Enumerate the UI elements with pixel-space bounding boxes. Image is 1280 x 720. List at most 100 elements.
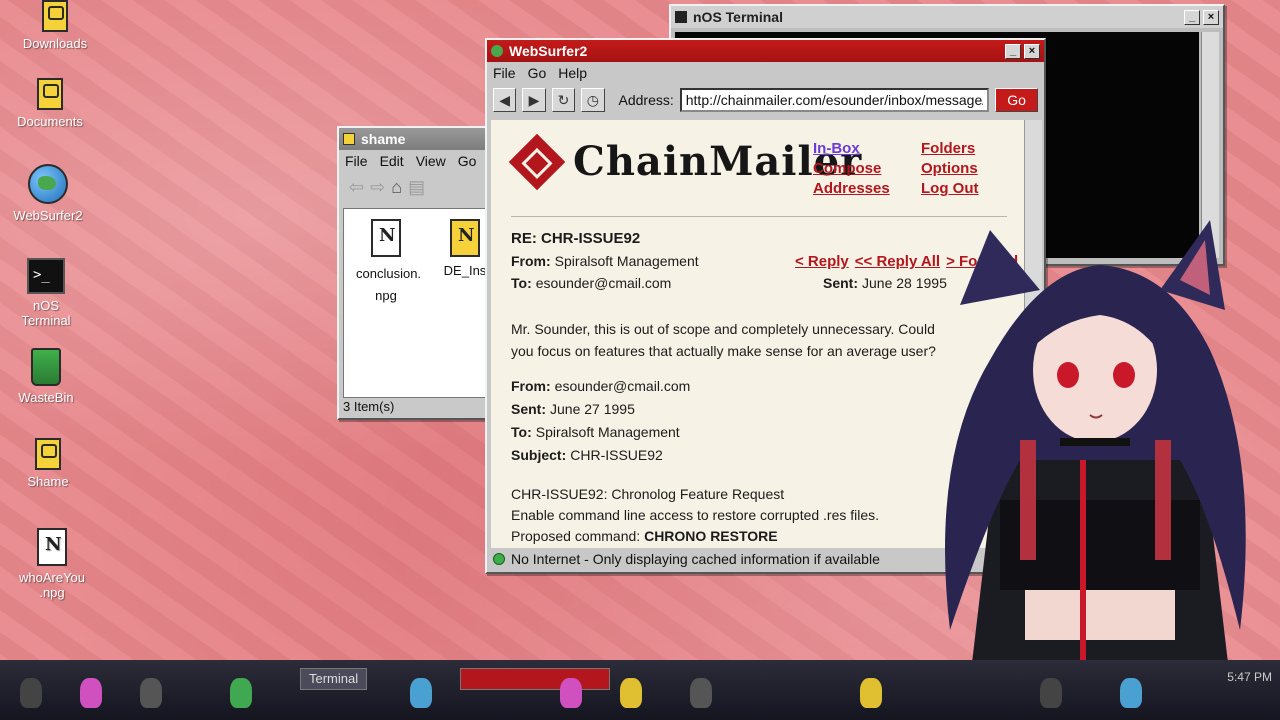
- request-command: Proposed command: CHRONO RESTORE: [511, 528, 778, 544]
- to-label: To:: [511, 275, 532, 291]
- menu-file[interactable]: File: [493, 65, 516, 81]
- menu-go[interactable]: Go: [528, 65, 547, 81]
- shame-menubar: File Edit View Go: [339, 150, 495, 172]
- mail-nav: In-Box Folders Compose Options Addresses…: [813, 140, 1021, 197]
- bunny-sticker-icon: [860, 678, 882, 708]
- terminal-titlebar[interactable]: nOS Terminal _ ×: [671, 6, 1223, 28]
- menu-go[interactable]: Go: [458, 153, 477, 169]
- reply-link[interactable]: < Reply: [795, 253, 849, 270]
- view-icon[interactable]: ▤: [408, 177, 425, 198]
- browser-menubar: File Go Help: [487, 62, 1044, 84]
- sent-label: Sent:: [823, 275, 858, 291]
- history-button[interactable]: ◷: [581, 88, 605, 112]
- reply-all-link[interactable]: << Reply All: [855, 253, 940, 270]
- desktop-icon-label: WebSurfer2: [13, 208, 83, 223]
- document-icon: [371, 219, 401, 257]
- folder-icon: [35, 438, 61, 470]
- bunny-sticker-icon: [410, 678, 432, 708]
- chainmailer-logo: ChainMailer: [508, 133, 862, 190]
- desktop-icon-nos-terminal[interactable]: >_ nOS Terminal: [1, 258, 91, 328]
- menu-help[interactable]: Help: [558, 65, 587, 81]
- compose-link[interactable]: Compose: [813, 160, 921, 177]
- go-button[interactable]: Go: [995, 88, 1038, 112]
- message-body: Mr. Sounder, this is out of scope and co…: [511, 321, 936, 359]
- request-description: Enable command line access to restore co…: [511, 507, 880, 523]
- desktop-icon-label: Downloads: [22, 36, 88, 51]
- from-value: esounder@cmail.com: [554, 378, 691, 394]
- menu-view[interactable]: View: [416, 153, 446, 169]
- shame-folder-window[interactable]: shame File Edit View Go ⇦ ⇨ ⌂ ▤ conclusi…: [337, 126, 497, 420]
- minimize-button[interactable]: _: [1005, 43, 1021, 59]
- desktop-icon-label: Shame: [27, 474, 69, 489]
- desktop-icon-shame[interactable]: Shame: [3, 438, 93, 489]
- forward-arrow-icon[interactable]: ⇨: [370, 177, 385, 198]
- document-icon: [37, 528, 67, 566]
- back-arrow-icon[interactable]: ⇦: [349, 177, 364, 198]
- command-value: CHRONO RESTORE: [644, 528, 778, 544]
- desktop-icon-downloads[interactable]: Downloads: [10, 0, 100, 51]
- terminal-icon: [675, 11, 687, 23]
- menu-edit[interactable]: Edit: [380, 153, 404, 169]
- globe-icon: [491, 45, 503, 57]
- window-title: WebSurfer2: [509, 43, 588, 59]
- refresh-button[interactable]: ↻: [551, 88, 576, 112]
- terminal-icon: >_: [27, 258, 65, 294]
- sent-value: June 27 1995: [550, 401, 635, 417]
- file-conclusion[interactable]: conclusion. npg: [344, 213, 428, 307]
- file-name: DE_Ins: [443, 263, 487, 278]
- options-link[interactable]: Options: [921, 160, 1021, 177]
- message-to: To: esounder@cmail.com: [511, 275, 671, 291]
- chain-diamond-icon: [508, 133, 566, 190]
- shame-titlebar[interactable]: shame: [339, 128, 495, 150]
- globe-icon: [28, 164, 68, 204]
- home-icon[interactable]: ⌂: [391, 177, 402, 198]
- message-from: From: Spiralsoft Management: [511, 253, 699, 269]
- bunny-sticker-icon: [230, 678, 252, 708]
- browser-titlebar[interactable]: WebSurfer2 _ ×: [487, 40, 1044, 62]
- minimize-button[interactable]: _: [1184, 9, 1200, 25]
- address-input[interactable]: [679, 88, 990, 112]
- file-de-ins[interactable]: DE_Ins: [440, 213, 490, 278]
- taskbar-websurfer-button[interactable]: [460, 668, 610, 690]
- status-text: 3 Item(s): [343, 399, 395, 414]
- vtuber-avatar: [945, 220, 1246, 680]
- file-list[interactable]: conclusion. npg DE_Ins: [343, 208, 495, 398]
- desktop-icon-wastebin[interactable]: WasteBin: [1, 348, 91, 405]
- bunny-sticker-icon: [1120, 678, 1142, 708]
- to-value: Spiralsoft Management: [535, 424, 680, 440]
- bunny-sticker-icon: [690, 678, 712, 708]
- desktop-icon-documents[interactable]: Documents: [5, 78, 95, 129]
- subject-value: CHR-ISSUE92: [570, 447, 663, 463]
- taskbar-clock: 5:47 PM: [1227, 670, 1272, 684]
- taskbar: Terminal 5:47 PM: [0, 660, 1280, 720]
- desktop-icon-label: nOS Terminal: [21, 298, 71, 328]
- bunny-sticker-icon: [560, 678, 582, 708]
- desktop-icon-whoareyou[interactable]: whoAreYou .npg: [7, 528, 97, 600]
- menu-file[interactable]: File: [345, 153, 368, 169]
- desktop-icon-label: Documents: [17, 114, 83, 129]
- window-title: shame: [361, 131, 406, 147]
- back-button[interactable]: ◀: [493, 88, 517, 112]
- folder-icon: [343, 133, 355, 145]
- quoted-to: To: Spiralsoft Management: [511, 424, 680, 440]
- window-title: nOS Terminal: [693, 9, 783, 25]
- addresses-link[interactable]: Addresses: [813, 180, 921, 197]
- forward-button[interactable]: ▶: [522, 88, 546, 112]
- request-title: CHR-ISSUE92: Chronolog Feature Request: [511, 486, 785, 502]
- browser-toolbar: ◀ ▶ ↻ ◷ Address: Go: [487, 84, 1044, 116]
- logout-link[interactable]: Log Out: [921, 180, 1021, 197]
- inbox-link[interactable]: In-Box: [813, 140, 921, 157]
- subject-label: Subject:: [511, 447, 567, 463]
- close-button[interactable]: ×: [1024, 43, 1040, 59]
- bunny-sticker-icon: [1040, 678, 1062, 708]
- desktop-icon-websurfer2[interactable]: WebSurfer2: [3, 164, 93, 223]
- close-button[interactable]: ×: [1203, 9, 1219, 25]
- sent-label: Sent:: [511, 401, 546, 417]
- document-icon: [450, 219, 480, 257]
- from-value: Spiralsoft Management: [554, 253, 699, 269]
- from-label: From:: [511, 253, 551, 269]
- quoted-subject: Subject: CHR-ISSUE92: [511, 447, 663, 463]
- trash-icon: [31, 348, 61, 386]
- taskbar-terminal-button[interactable]: Terminal: [300, 668, 368, 690]
- folders-link[interactable]: Folders: [921, 140, 1021, 157]
